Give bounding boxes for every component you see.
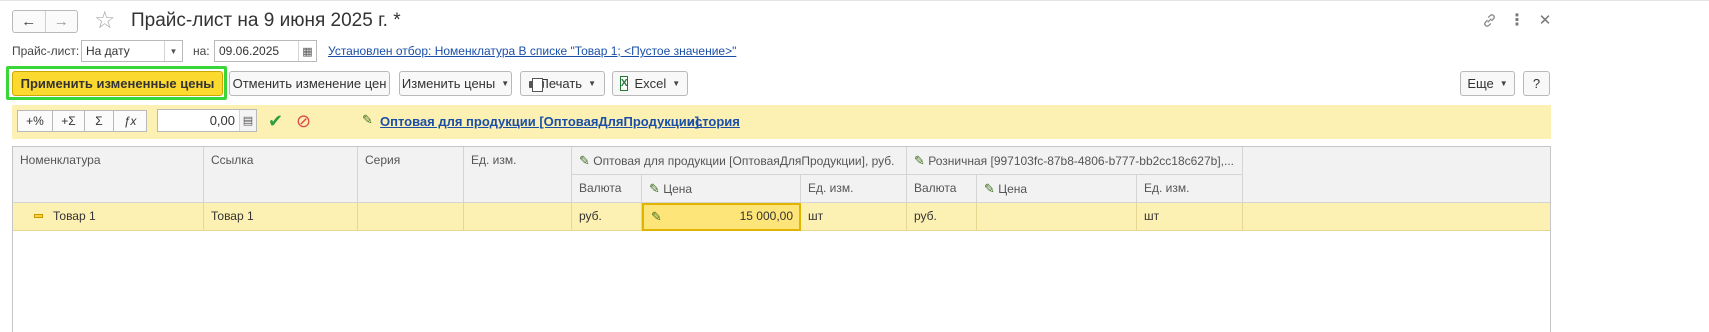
cell-ref[interactable]: Товар 1 — [204, 203, 358, 231]
column-group-retail[interactable]: ✎ Розничная [997103fc-87b8-4806-b777-bb2… — [907, 147, 1243, 175]
cell-retail-currency[interactable]: руб. — [907, 203, 977, 231]
date-field[interactable]: 09.06.2025 ▦ — [214, 40, 317, 62]
wholesale-price-label: Цена — [663, 182, 693, 196]
date-label: на: — [193, 44, 210, 58]
pencil-icon: ✎ — [362, 112, 373, 127]
chevron-down-icon: ▼ — [672, 79, 681, 88]
change-prices-label: Изменить цены — [401, 76, 496, 91]
sum-button[interactable]: Σ — [84, 110, 114, 132]
cell-retail-unit[interactable]: шт — [1137, 203, 1243, 231]
excel-button[interactable]: X Excel ▼ — [612, 71, 688, 96]
excel-icon: X — [619, 76, 629, 91]
link-icon[interactable] — [1479, 10, 1499, 30]
cell-nomenclature[interactable]: Товар 1 — [13, 203, 204, 231]
cell-unit[interactable] — [464, 203, 572, 231]
price-type-link[interactable]: Оптовая для продукции [ОптоваяДляПродукц… — [380, 111, 703, 133]
pencil-icon: ✎ — [914, 153, 925, 168]
page-title: Прайс-лист на 9 июня 2025 г. * — [131, 10, 401, 31]
more-button[interactable]: Еще ▼ — [1460, 71, 1515, 96]
column-header-unit[interactable]: Ед. изм. — [464, 147, 572, 203]
formula-button[interactable]: ƒx — [113, 110, 147, 132]
more-label: Еще — [1467, 76, 1494, 91]
column-header-series[interactable]: Серия — [358, 147, 464, 203]
column-header-retail-currency[interactable]: Валюта — [907, 175, 977, 203]
column-header-retail-unit[interactable]: Ед. изм. — [1137, 175, 1243, 203]
selection-filter-link[interactable]: Установлен отбор: Номенклатура В списке … — [328, 40, 736, 62]
printer-icon — [529, 77, 546, 92]
star-icon[interactable]: ☆ — [94, 7, 116, 35]
arrow-right-icon: → — [53, 13, 69, 30]
column-header-nomenclature[interactable]: Номенклатура — [13, 147, 204, 203]
price-list-select[interactable]: На дату ▼ — [81, 40, 183, 62]
navigation-buttons: ← → — [12, 10, 78, 33]
top-border — [0, 0, 1709, 1]
add-sum-button[interactable]: +Σ — [52, 110, 85, 132]
more-vertical-icon[interactable]: ⋮ — [1507, 10, 1527, 30]
cancel-price-changes-button[interactable]: Отменить изменение цен — [229, 71, 390, 96]
checkmark-icon[interactable]: ✔ — [268, 110, 283, 132]
calendar-icon[interactable]: ▦ — [298, 41, 316, 61]
price-table: Номенклатура Ссылка Серия Ед. изм. ✎ Опт… — [12, 146, 1551, 332]
history-link[interactable]: история — [687, 111, 740, 133]
cell-wholesale-price-value: 15 000,00 — [739, 209, 793, 223]
cancel-icon[interactable]: ⊘ — [296, 110, 311, 132]
back-button[interactable]: ← — [13, 11, 46, 32]
wholesale-group-label: Оптовая для продукции [ОптоваяДляПродукц… — [593, 154, 895, 168]
chevron-down-icon: ▼ — [1499, 79, 1508, 88]
print-label: Печать — [539, 76, 583, 91]
price-list-value: На дату — [86, 44, 130, 58]
header-filler — [1243, 147, 1550, 203]
column-header-wholesale-unit[interactable]: Ед. изм. — [801, 175, 907, 203]
add-percent-button[interactable]: +% — [17, 110, 53, 132]
column-header-wholesale-price[interactable]: ✎ Цена — [642, 175, 801, 203]
row-filler — [1243, 203, 1550, 231]
pencil-icon: ✎ — [984, 181, 995, 196]
date-value: 09.06.2025 — [219, 44, 280, 58]
amount-field[interactable]: 0,00 ▤ — [157, 109, 257, 132]
print-button[interactable]: Печать ▼ — [520, 71, 605, 96]
price-list-label: Прайс-лист: — [12, 44, 80, 58]
cell-wholesale-unit[interactable]: шт — [801, 203, 907, 231]
column-group-wholesale[interactable]: ✎ Оптовая для продукции [ОптоваяДляПроду… — [572, 147, 907, 175]
chevron-down-icon[interactable]: ▼ — [164, 41, 182, 61]
forward-button[interactable]: → — [46, 11, 78, 32]
retail-group-label: Розничная [997103fc-87b8-4806-b777-bb2cc… — [928, 154, 1234, 168]
pencil-icon: ✎ — [651, 209, 662, 224]
pencil-icon: ✎ — [579, 153, 590, 168]
pencil-icon: ✎ — [649, 181, 660, 196]
retail-price-label: Цена — [998, 182, 1028, 196]
excel-label: Excel — [634, 76, 667, 91]
chevron-down-icon: ▼ — [588, 79, 596, 88]
arrow-left-icon: ← — [21, 13, 37, 30]
cell-wholesale-currency[interactable]: руб. — [572, 203, 642, 231]
amount-value: 0,00 — [209, 113, 235, 128]
column-header-ref[interactable]: Ссылка — [204, 147, 358, 203]
focus-highlight — [6, 66, 227, 100]
calculator-icon[interactable]: ▤ — [239, 110, 256, 131]
item-marker-icon — [34, 213, 43, 218]
help-button[interactable]: ? — [1523, 71, 1550, 96]
cell-nomenclature-value: Товар 1 — [53, 209, 96, 223]
cell-retail-price[interactable] — [977, 203, 1137, 231]
cell-wholesale-price[interactable]: ✎ 15 000,00 — [642, 203, 801, 231]
column-header-retail-price[interactable]: ✎ Цена — [977, 175, 1137, 203]
change-prices-button[interactable]: Изменить цены ▼ — [399, 71, 512, 96]
chevron-down-icon: ▼ — [501, 79, 510, 88]
cell-series[interactable] — [358, 203, 464, 231]
column-header-wholesale-currency[interactable]: Валюта — [572, 175, 642, 203]
close-icon[interactable]: ✕ — [1535, 10, 1555, 30]
